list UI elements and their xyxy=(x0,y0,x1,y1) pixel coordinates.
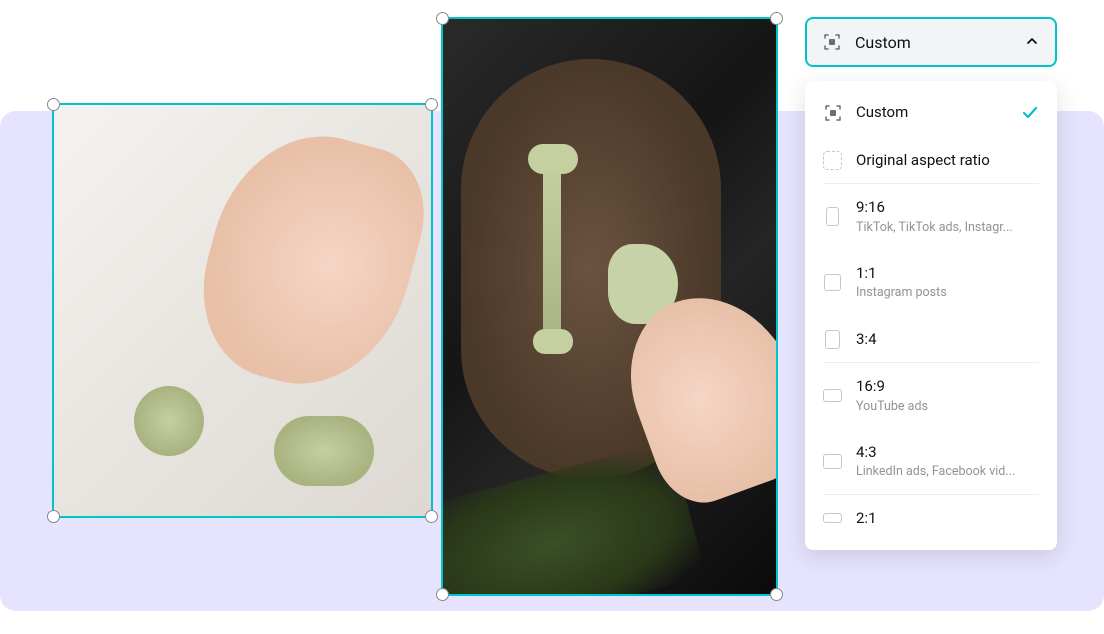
aspect-option-3-4[interactable]: 3:4 xyxy=(805,316,1057,364)
dropdown-trigger-label: Custom xyxy=(855,33,911,52)
option-sublabel: LinkedIn ads, Facebook vid... xyxy=(856,464,1031,480)
option-sublabel: YouTube ads xyxy=(856,399,1031,415)
option-label: 16:9 xyxy=(856,377,1039,397)
custom-crop-icon xyxy=(823,103,842,122)
option-label: 1:1 xyxy=(856,264,1039,284)
ratio-1-1-icon xyxy=(823,273,842,292)
check-icon xyxy=(1021,104,1039,122)
option-label: 4:3 xyxy=(856,443,1039,463)
resize-handle-bottom-right[interactable] xyxy=(425,510,438,523)
selected-image-1[interactable] xyxy=(52,103,433,518)
resize-handle-top-right[interactable] xyxy=(425,98,438,111)
image-content-2 xyxy=(443,19,776,594)
chevron-up-icon xyxy=(1025,33,1039,52)
option-label: 9:16 xyxy=(856,198,1039,218)
option-label: 3:4 xyxy=(856,330,1039,350)
image-content-1 xyxy=(54,105,431,516)
aspect-option-1-1[interactable]: 1:1 Instagram posts xyxy=(805,250,1057,316)
ratio-2-1-icon xyxy=(823,509,842,528)
aspect-option-4-3[interactable]: 4:3 LinkedIn ads, Facebook vid... xyxy=(805,429,1057,495)
option-label: Original aspect ratio xyxy=(856,151,1039,171)
aspect-ratio-dropdown-panel: Custom Original aspect ratio 9:16 TikTok… xyxy=(805,81,1057,550)
ratio-16-9-icon xyxy=(823,386,842,405)
option-sublabel: TikTok, TikTok ads, Instagr... xyxy=(856,220,1031,236)
resize-handle-bottom-left[interactable] xyxy=(47,510,60,523)
option-sublabel: Instagram posts xyxy=(856,285,1031,301)
original-ratio-icon xyxy=(823,151,842,170)
resize-handle-top-left[interactable] xyxy=(47,98,60,111)
aspect-option-original[interactable]: Original aspect ratio xyxy=(805,137,1057,185)
ratio-9-16-icon xyxy=(823,207,842,226)
ratio-4-3-icon xyxy=(823,452,842,471)
custom-crop-icon xyxy=(823,33,841,51)
resize-handle-bottom-right[interactable] xyxy=(770,588,783,601)
option-label: Custom xyxy=(856,103,1007,123)
aspect-ratio-dropdown-trigger[interactable]: Custom xyxy=(805,17,1057,67)
aspect-option-16-9[interactable]: 16:9 YouTube ads xyxy=(805,363,1057,429)
aspect-option-9-16[interactable]: 9:16 TikTok, TikTok ads, Instagr... xyxy=(805,184,1057,250)
ratio-3-4-icon xyxy=(823,330,842,349)
resize-handle-top-left[interactable] xyxy=(436,12,449,25)
selected-image-2[interactable] xyxy=(441,17,778,596)
option-label: 2:1 xyxy=(856,509,1039,529)
aspect-option-custom[interactable]: Custom xyxy=(805,89,1057,137)
aspect-option-2-1[interactable]: 2:1 xyxy=(805,495,1057,543)
resize-handle-top-right[interactable] xyxy=(770,12,783,25)
resize-handle-bottom-left[interactable] xyxy=(436,588,449,601)
